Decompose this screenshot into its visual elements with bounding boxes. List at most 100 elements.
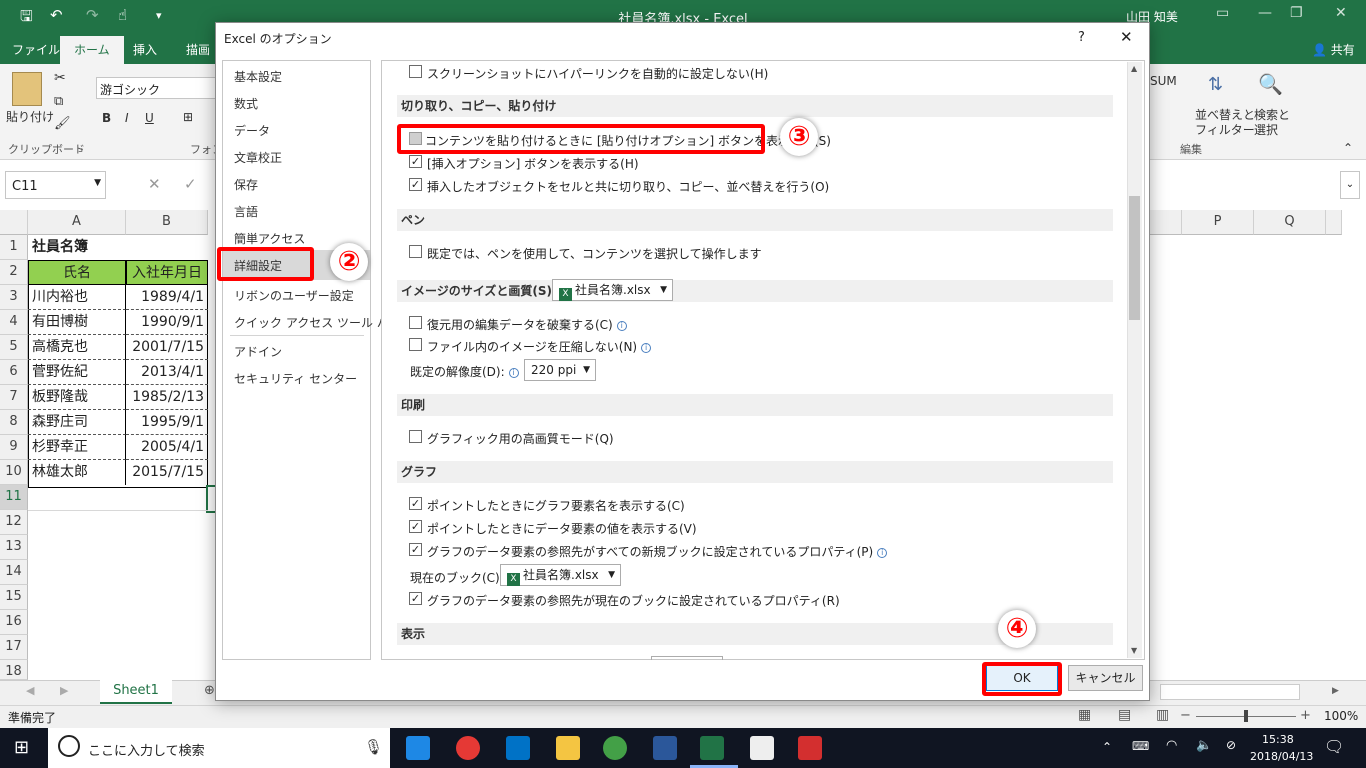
border-icon[interactable]: ⊞ <box>183 110 193 124</box>
date-cell[interactable]: 2013/4/1 <box>126 360 208 385</box>
nav-item-proofing[interactable]: 文章校正 <box>234 149 282 166</box>
scroll-down-icon[interactable]: ▼ <box>1131 646 1137 655</box>
row-header[interactable]: 7 <box>0 385 28 410</box>
word-icon[interactable] <box>653 736 677 760</box>
image-file-dropdown[interactable]: X 社員名簿.xlsx ▼ <box>552 279 673 301</box>
clock-date[interactable]: 2018/04/13 <box>1250 750 1313 763</box>
clock-time[interactable]: 15:38 <box>1262 733 1294 746</box>
collapse-ribbon-icon[interactable]: ⌃ <box>1343 141 1353 155</box>
row-header[interactable]: 15 <box>0 585 28 610</box>
restore-icon[interactable]: ❐ <box>1290 5 1303 21</box>
zoom-out-icon[interactable]: − <box>1180 708 1191 723</box>
row-header[interactable]: 2 <box>0 260 28 285</box>
nav-item-language[interactable]: 言語 <box>234 203 258 220</box>
no-compress-images-label[interactable]: ファイル内のイメージを圧縮しない(N) i <box>427 338 652 355</box>
ribbon-display-icon[interactable]: ▭ <box>1216 5 1229 21</box>
date-cell[interactable]: 2001/7/15 <box>126 335 208 360</box>
pen-select-checkbox[interactable] <box>409 245 422 258</box>
cut-icon[interactable]: ✂ <box>54 70 66 86</box>
cortana-icon[interactable] <box>58 735 80 757</box>
chart-properties-current-book-checkbox[interactable]: ✓ <box>409 592 422 605</box>
row-header[interactable]: 14 <box>0 560 28 585</box>
row-header[interactable]: 16 <box>0 610 28 635</box>
normal-view-icon[interactable]: ▦ <box>1078 707 1091 723</box>
find-select-label2[interactable]: 選択 <box>1254 121 1278 138</box>
sheet-tab-sheet1[interactable]: Sheet1 <box>100 680 172 704</box>
bold-button[interactable]: B <box>102 111 111 125</box>
volume-icon[interactable]: 🔈 <box>1196 738 1212 753</box>
high-quality-graphics-checkbox[interactable] <box>409 430 422 443</box>
window-close-icon[interactable]: ✕ <box>1335 5 1347 21</box>
nav-item-data[interactable]: データ <box>234 122 270 139</box>
row-header-selected[interactable]: 11 <box>0 485 28 510</box>
find-icon[interactable]: 🔍 <box>1258 72 1283 96</box>
clipboard-launcher-icon[interactable]: ⌟ <box>78 141 83 154</box>
date-cell[interactable]: 1995/9/1 <box>126 410 208 435</box>
high-quality-graphics-label[interactable]: グラフィック用の高画質モード(Q) <box>427 430 614 447</box>
nav-item-quick-access-toolbar[interactable]: クイック アクセス ツール バー <box>234 314 401 331</box>
row-header[interactable]: 9 <box>0 435 28 460</box>
cut-copy-sort-objects-label[interactable]: 挿入したオブジェクトをセルと共に切り取り、コピー、並べ替えを行う(O) <box>427 178 829 195</box>
name-cell[interactable]: 板野隆哉 <box>28 385 126 410</box>
notification-blocked-icon[interactable]: ⊘ <box>1226 738 1236 752</box>
row-header[interactable]: 18 <box>0 660 28 680</box>
column-header-a[interactable]: A <box>28 210 126 235</box>
file-explorer-icon[interactable] <box>556 736 580 760</box>
name-cell[interactable]: 高橋克也 <box>28 335 126 360</box>
expand-formula-icon[interactable]: ⌄ <box>1340 171 1360 199</box>
chart-data-values-checkbox[interactable]: ✓ <box>409 520 422 533</box>
cancel-button[interactable]: キャンセル <box>1068 665 1143 691</box>
help-icon[interactable]: ? <box>1078 30 1085 45</box>
column-header-partial2[interactable] <box>1326 210 1342 235</box>
outlook-icon[interactable] <box>506 736 530 760</box>
cut-copy-sort-objects-checkbox[interactable]: ✓ <box>409 178 422 191</box>
tab-home[interactable]: ホーム <box>60 36 124 64</box>
name-box-dropdown-icon[interactable]: ▼ <box>94 178 101 188</box>
row-header[interactable]: 3 <box>0 285 28 310</box>
pen-select-label[interactable]: 既定では、ペンを使用して、コンテンツを選択して操作します <box>427 245 762 262</box>
row-header[interactable]: 10 <box>0 460 28 485</box>
scroll-right-icon[interactable]: ▶ <box>60 684 68 697</box>
microphone-icon[interactable]: 🎙 <box>364 738 383 756</box>
page-break-icon[interactable]: ▥ <box>1156 707 1169 723</box>
insert-options-checkbox[interactable]: ✓ <box>409 155 422 168</box>
excel-taskbar-icon[interactable] <box>700 736 724 760</box>
row-header[interactable]: 5 <box>0 335 28 360</box>
share-button[interactable]: 👤 共有 <box>1312 41 1355 58</box>
cancel-formula-icon[interactable]: ✕ <box>148 175 161 193</box>
discard-editing-data-checkbox[interactable] <box>409 316 422 329</box>
name-cell[interactable]: 川内裕也 <box>28 285 126 310</box>
nav-item-advanced[interactable]: 詳細設定 <box>234 257 282 274</box>
copy-icon[interactable]: ⧉ <box>54 94 63 109</box>
row-header[interactable]: 13 <box>0 535 28 560</box>
scroll-up-icon[interactable]: ▲ <box>1131 64 1137 73</box>
dialog-close-icon[interactable]: ✕ <box>1120 28 1133 46</box>
zoom-level[interactable]: 100% <box>1324 709 1358 723</box>
presentation-app-icon[interactable] <box>798 736 822 760</box>
date-cell[interactable]: 2015/7/15 <box>126 460 208 485</box>
font-name-box[interactable]: 游ゴシック <box>96 77 216 99</box>
content-scrollbar[interactable] <box>1127 62 1142 658</box>
select-all-corner[interactable] <box>0 210 28 235</box>
row-header[interactable]: 12 <box>0 510 28 535</box>
nav-item-general[interactable]: 基本設定 <box>234 68 282 85</box>
nav-item-customize-ribbon[interactable]: リボンのユーザー設定 <box>234 287 354 304</box>
paste-label[interactable]: 貼り付け <box>6 108 54 125</box>
resolution-dropdown[interactable]: 220 ppi ▼ <box>524 359 596 381</box>
tab-insert[interactable]: 挿入 <box>133 41 157 58</box>
nav-item-addins[interactable]: アドイン <box>234 343 282 360</box>
page-layout-icon[interactable]: ▤ <box>1118 707 1131 723</box>
date-cell[interactable]: 2005/4/1 <box>126 435 208 460</box>
task-view-app-icon[interactable] <box>406 736 430 760</box>
chart-element-names-checkbox[interactable]: ✓ <box>409 497 422 510</box>
nav-item-accessibility[interactable]: 簡単アクセス <box>234 230 305 247</box>
row-header[interactable]: 4 <box>0 310 28 335</box>
underline-button[interactable]: U <box>145 111 154 125</box>
chrome-icon[interactable] <box>456 736 480 760</box>
zoom-slider-thumb[interactable] <box>1244 710 1248 722</box>
nav-item-save[interactable]: 保存 <box>234 176 258 193</box>
no-compress-images-checkbox[interactable] <box>409 338 422 351</box>
network-icon[interactable]: ⌨ <box>1132 739 1149 753</box>
row-header[interactable]: 1 <box>0 235 28 260</box>
italic-button[interactable]: I <box>125 111 129 125</box>
